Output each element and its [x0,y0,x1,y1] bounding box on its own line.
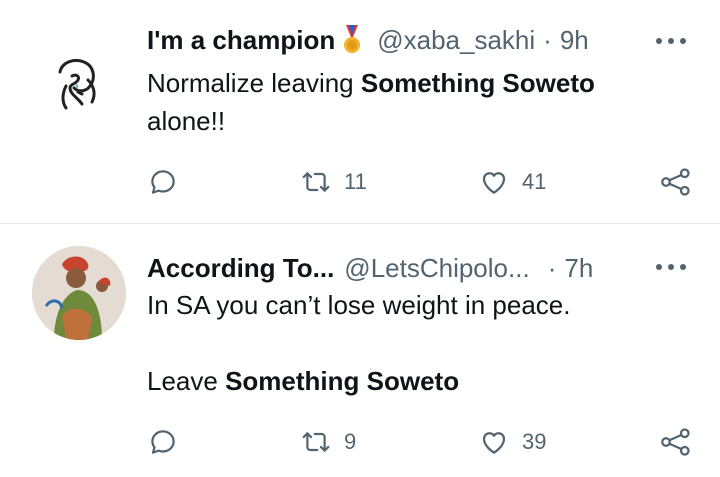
reply-icon [151,430,175,454]
like-count: 39 [522,429,547,454]
like-count: 41 [522,169,547,194]
timestamp[interactable]: 7h [564,253,593,284]
tweet-text-plain: Leave [147,366,226,396]
tweet-text-end: alone!! [147,106,226,136]
timestamp[interactable]: 9h [560,25,589,56]
reply-button[interactable] [148,424,190,460]
retweet-icon [302,172,330,192]
tweet-text-line: In SA you can’t lose weight in peace. [147,290,571,320]
reply-icon [151,170,175,194]
share-icon [661,168,690,196]
share-button[interactable] [659,424,693,460]
avatar[interactable] [32,32,126,126]
tweet-text-bold[interactable]: Something Soweto [361,68,595,98]
tweet-actions: 9 39 [148,424,693,460]
avatar-illustration-icon [32,246,126,340]
share-button[interactable] [659,164,693,200]
tweet-header: I'm a champion @xaba_sakhi · 9h [147,22,589,58]
tweet-text-line: Leave Something Soweto [147,362,687,400]
retweet-count: 9 [344,429,357,454]
handle[interactable]: @LetsChipolo... [344,253,529,284]
separator-dot: · [543,24,552,55]
like-button[interactable]: 41 [478,164,546,200]
retweet-icon [302,432,330,452]
medal-icon [344,25,361,53]
retweet-button[interactable]: 11 [300,164,367,200]
handle[interactable]: @xaba_sakhi [377,25,535,56]
avatar[interactable] [32,246,126,340]
tweet-text: Normalize leaving Something Soweto alone… [147,64,667,140]
display-name[interactable]: According To... [147,253,334,284]
tweet[interactable]: According To... @LetsChipolo... · 7h In … [0,224,720,477]
display-name[interactable]: I'm a champion [147,25,335,56]
tweet-text-plain: Normalize leaving [147,68,361,98]
share-icon [661,428,690,456]
more-options-icon[interactable] [656,262,686,272]
heart-icon [482,172,506,194]
reply-button[interactable] [148,164,190,200]
retweet-button[interactable]: 9 [300,424,356,460]
tweet-text-bold[interactable]: Something Soweto [225,366,459,396]
tweet-text: In SA you can’t lose weight in peace. Le… [147,286,687,400]
separator-dot: · [547,252,557,283]
tweet-header: According To... @LetsChipolo... · 7h [147,250,593,286]
heart-icon [482,432,506,454]
tweet-actions: 11 41 [148,164,693,200]
like-button[interactable]: 39 [478,424,546,460]
more-options-icon[interactable] [656,36,686,46]
avatar-sketch-icon [58,58,96,110]
tweet[interactable]: I'm a champion @xaba_sakhi · 9h Normaliz… [0,0,720,224]
retweet-count: 11 [344,169,367,194]
